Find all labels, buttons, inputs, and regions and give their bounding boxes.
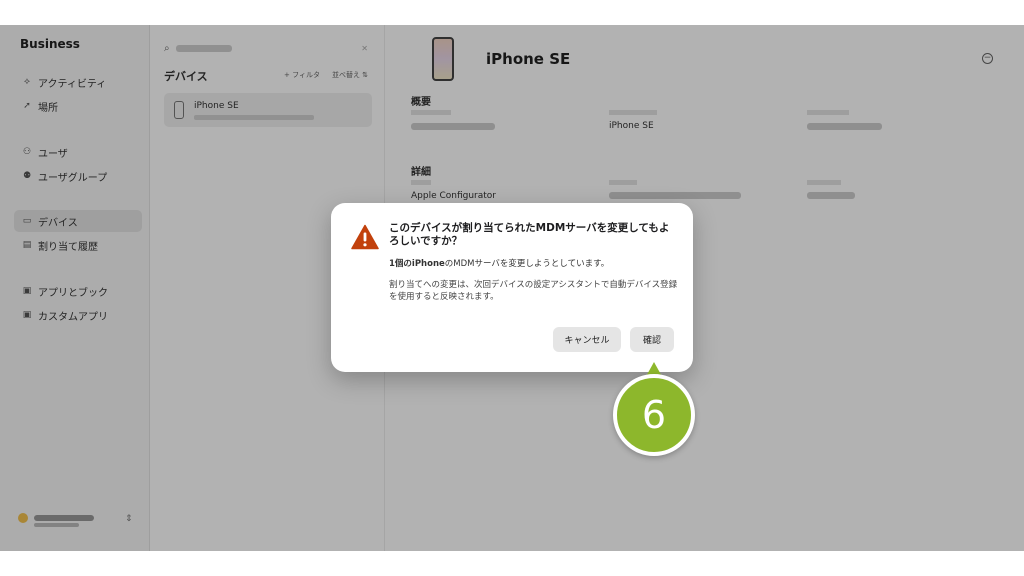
dialog-note: 割り当てへの変更は、次回デバイスの設定アシスタントで自動デバイス登録を使用すると… [389, 280, 678, 302]
warning-icon [351, 224, 379, 250]
dialog-message-text: のMDMサーバを変更しようとしています。 [444, 259, 610, 269]
confirm-dialog: このデバイスが割り当てられたMDMサーバを変更してもよろしいですか？ 1個のiP… [331, 203, 693, 372]
confirm-button[interactable]: 確認 [630, 327, 674, 352]
dialog-message: 1個のiPhoneのMDMサーバを変更しようとしています。 [389, 258, 679, 270]
cancel-button[interactable]: キャンセル [553, 327, 621, 352]
dialog-title: このデバイスが割り当てられたMDMサーバを変更してもよろしいですか？ [389, 222, 670, 247]
step-callout: 6 [613, 374, 695, 456]
dialog-message-bold: 1個のiPhone [389, 259, 445, 269]
